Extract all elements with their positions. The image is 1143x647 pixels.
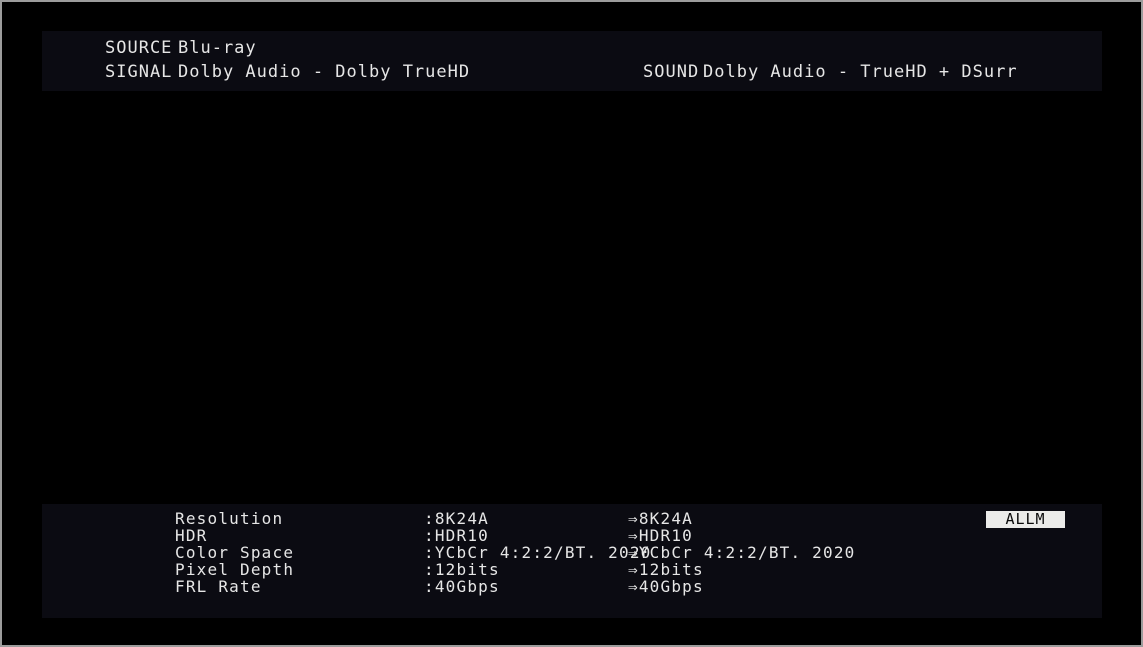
- row-output-value: ⇒12bits: [628, 561, 704, 578]
- row-label: FRL Rate: [175, 578, 262, 595]
- info-row-hdr: HDR :HDR10 ⇒HDR10: [42, 527, 1102, 544]
- info-row-pixel-depth: Pixel Depth :12bits ⇒12bits: [42, 561, 1102, 578]
- avr-osd-screen: SOURCE Blu-ray SIGNAL Dolby Audio - Dolb…: [0, 0, 1143, 647]
- row-label: Color Space: [175, 544, 294, 561]
- allm-badge: ALLM: [986, 511, 1065, 528]
- sound-label: SOUND: [643, 61, 699, 83]
- signal-info-bar: SOURCE Blu-ray SIGNAL Dolby Audio - Dolb…: [42, 31, 1102, 91]
- row-output-value: ⇒HDR10: [628, 527, 693, 544]
- row-label: Resolution: [175, 510, 283, 527]
- signal-sound-row: SIGNAL Dolby Audio - Dolby TrueHD SOUND …: [42, 61, 1102, 83]
- row-output-value: ⇒40Gbps: [628, 578, 704, 595]
- row-input-value: :YCbCr 4:2:2/BT. 2020: [424, 544, 652, 561]
- row-output-value: ⇒YCbCr 4:2:2/BT. 2020: [628, 544, 856, 561]
- info-row-frl-rate: FRL Rate :40Gbps ⇒40Gbps: [42, 578, 1102, 595]
- info-row-color-space: Color Space :YCbCr 4:2:2/BT. 2020 ⇒YCbCr…: [42, 544, 1102, 561]
- video-info-panel: Resolution :8K24A ⇒8K24A HDR :HDR10 ⇒HDR…: [42, 504, 1102, 618]
- row-output-value: ⇒8K24A: [628, 510, 693, 527]
- signal-value: Dolby Audio - Dolby TrueHD: [178, 61, 470, 83]
- source-row: SOURCE Blu-ray: [42, 37, 1102, 59]
- source-label: SOURCE: [105, 37, 172, 59]
- row-input-value: :12bits: [424, 561, 500, 578]
- row-label: Pixel Depth: [175, 561, 294, 578]
- row-input-value: :8K24A: [424, 510, 489, 527]
- row-input-value: :40Gbps: [424, 578, 500, 595]
- signal-label: SIGNAL: [105, 61, 172, 83]
- source-value: Blu-ray: [178, 37, 257, 59]
- info-row-resolution: Resolution :8K24A ⇒8K24A: [42, 510, 1102, 527]
- row-input-value: :HDR10: [424, 527, 489, 544]
- sound-value: Dolby Audio - TrueHD + DSurr: [703, 61, 1018, 83]
- row-label: HDR: [175, 527, 208, 544]
